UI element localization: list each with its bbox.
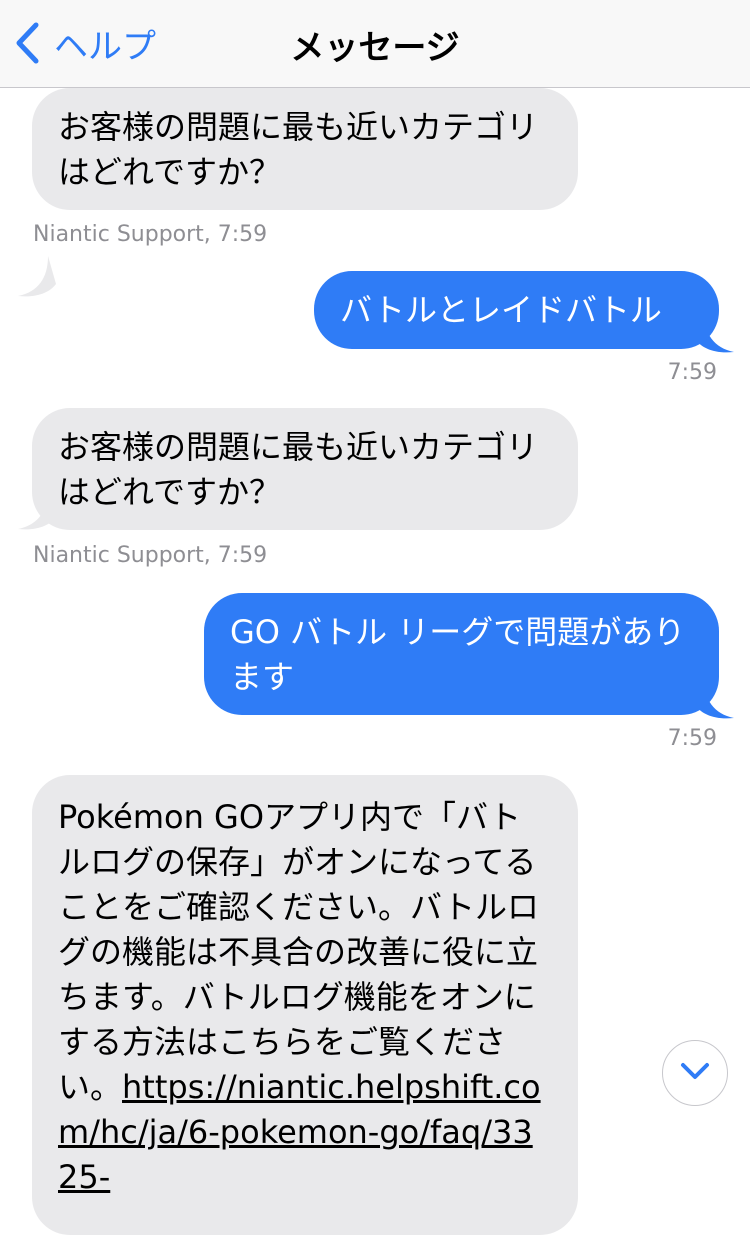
- bubble-tail: [18, 256, 56, 297]
- message-text: お客様の問題に最も近いカテゴリはどれですか？: [58, 428, 539, 511]
- message-bubble-incoming: お客様の問題に最も近いカテゴリはどれですか？: [32, 408, 578, 530]
- page-title: メッセージ: [290, 28, 460, 68]
- message-text: お客様の問題に最も近いカテゴリはどれですか？: [58, 108, 539, 191]
- message-meta: Niantic Support, 7:59: [33, 543, 268, 568]
- message-bubble-incoming: Pokémon GOアプリ内で「バトルログの保存」がオンになってることをご確認く…: [32, 775, 578, 1235]
- message-bubble-outgoing: バトルとレイドバトル: [314, 271, 719, 349]
- help-link[interactable]: https://niantic.helpshift.com/hc/ja/6-po…: [58, 1068, 541, 1196]
- message-bubble-incoming: お客様の問題に最も近いカテゴリはどれですか？: [32, 88, 578, 210]
- chevron-down-icon: [680, 1062, 710, 1084]
- navigation-bar: ヘルプ メッセージ: [0, 0, 750, 88]
- message-bubble-outgoing: GO バトル リーグで問題があります: [204, 593, 719, 715]
- message-text: GO バトル リーグで問題があります: [230, 613, 686, 696]
- message-text: Pokémon GOアプリ内で「バトルログの保存」がオンになってることをご確認く…: [58, 798, 539, 1106]
- message-meta: Niantic Support, 7:59: [33, 222, 268, 247]
- message-meta: 7:59: [667, 726, 717, 751]
- message-meta: 7:59: [667, 360, 717, 385]
- scroll-to-bottom-button[interactable]: [662, 1040, 728, 1106]
- message-text: バトルとレイドバトル: [340, 291, 662, 329]
